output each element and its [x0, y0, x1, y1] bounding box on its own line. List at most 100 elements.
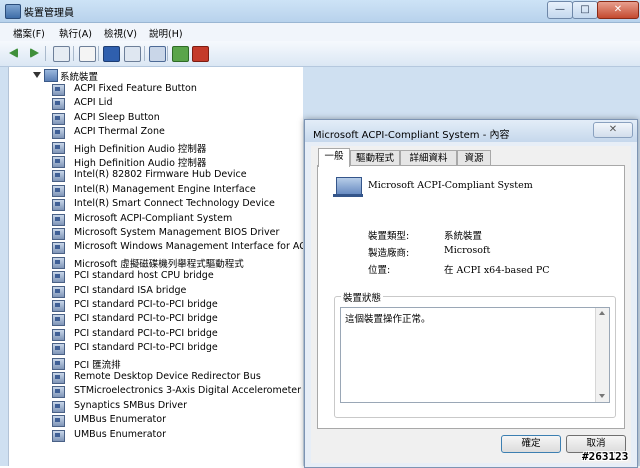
device-tree[interactable]: 系統裝置 ACPI Fixed Feature Button ACPI Lid AC… — [8, 67, 303, 466]
tree-item-label: PCI standard PCI-to-PCI bridge — [74, 313, 218, 325]
toolbar — [0, 41, 640, 67]
menu-help[interactable]: 說明(H) — [149, 26, 183, 40]
toolbar-separator — [167, 46, 168, 61]
toolbar-separator — [45, 46, 46, 61]
close-button[interactable]: ✕ — [597, 1, 639, 19]
dialog-close-button[interactable]: ✕ — [593, 122, 633, 138]
tree-item-label: High Definition Audio 控制器 — [74, 143, 207, 155]
view-icon[interactable] — [124, 46, 141, 62]
device-manager-icon — [5, 4, 21, 19]
expand-collapse-icon[interactable] — [33, 72, 41, 78]
scroll-up-arrow-icon[interactable] — [599, 311, 605, 315]
tree-item-label: High Definition Audio 控制器 — [74, 158, 207, 169]
properties-dialog: Microsoft ACPI-Compliant System - 內容 ✕ 一… — [304, 119, 638, 468]
dialog-title: Microsoft ACPI-Compliant System - 內容 — [313, 130, 510, 141]
manufacturer-label: 製造廠商: — [368, 248, 410, 259]
menu-bar: 檔案(F) 執行(A) 檢視(V) 說明(H) — [0, 23, 640, 41]
tree-item-label: Microsoft Windows Management Interface f… — [74, 241, 303, 253]
system-device-icon — [52, 328, 65, 341]
system-device-icon — [52, 386, 65, 399]
tree-item-label: ACPI Sleep Button — [74, 111, 160, 123]
system-device-icon — [52, 112, 65, 125]
manufacturer-value: Microsoft — [444, 245, 491, 256]
uninstall-icon[interactable] — [192, 46, 209, 62]
maximize-button[interactable]: □ — [572, 1, 598, 19]
back-arrow-icon[interactable] — [9, 48, 18, 58]
title-bar[interactable]: 裝置管理員 — □ ✕ — [0, 0, 640, 23]
system-device-icon — [52, 314, 65, 327]
tab-general[interactable]: 一般 — [318, 148, 350, 167]
dialog-body: 一般 驅動程式 詳細資料 資源 Microsoft ACPI-Compliant… — [311, 146, 631, 463]
menu-action[interactable]: 執行(A) — [59, 26, 92, 40]
ok-button[interactable]: 確定 — [501, 435, 561, 453]
system-device-icon — [52, 300, 65, 312]
tree-item-label: UMBus Enumerator — [74, 414, 166, 426]
device-status-textbox[interactable]: 這個裝置操作正常。 — [340, 307, 610, 403]
system-device-icon — [52, 415, 65, 428]
update-driver-icon[interactable] — [172, 46, 189, 62]
window-title: 裝置管理員 — [24, 8, 74, 19]
tree-item-label: Microsoft ACPI-Compliant System — [74, 212, 233, 224]
device-type-label: 裝置類型: — [368, 231, 410, 242]
system-device-icon — [52, 98, 65, 111]
location-value: 在 ACPI x64-based PC — [444, 265, 550, 276]
tree-item-label: PCI standard ISA bridge — [74, 284, 187, 296]
system-device-icon — [52, 271, 65, 284]
tree-item-label: PCI standard PCI-to-PCI bridge — [74, 342, 218, 354]
device-type-value: 系統裝置 — [444, 231, 483, 242]
tree-item-label: Microsoft 虛擬磁碟機列舉程式驅動程式 — [74, 258, 244, 270]
minimize-button[interactable]: — — [547, 1, 573, 19]
system-devices-icon — [44, 69, 58, 82]
tree-item-label: ACPI Lid — [74, 97, 113, 109]
tree-item-label: STMicroelectronics 3-Axis Digital Accele… — [74, 385, 302, 397]
system-device-icon — [52, 170, 65, 183]
tree-item-label: ACPI Fixed Feature Button — [74, 83, 197, 94]
system-device-icon — [52, 156, 65, 168]
system-device-icon — [52, 357, 65, 370]
tree-item-label: Intel(R) Smart Connect Technology Device — [74, 198, 275, 210]
watermark-text: #263123 — [582, 450, 629, 463]
device-name: Microsoft ACPI-Compliant System — [368, 180, 533, 191]
device-status-label: 裝置狀態 — [341, 290, 384, 304]
computer-device-icon — [333, 177, 363, 197]
tab-details[interactable]: 詳細資料 — [400, 150, 457, 166]
menu-file[interactable]: 檔案(F) — [13, 26, 45, 40]
device-status-group: 裝置狀態 這個裝置操作正常。 — [334, 290, 616, 418]
system-device-icon — [52, 285, 65, 298]
tree-item-label: PCI standard PCI-to-PCI bridge — [74, 327, 218, 339]
tree-root-label: 系統裝置 — [60, 72, 99, 83]
help-icon[interactable] — [103, 46, 120, 62]
tree-item-label: Intel(R) 82802 Firmware Hub Device — [74, 169, 247, 181]
system-device-icon — [52, 127, 65, 140]
dialog-title-bar[interactable]: Microsoft ACPI-Compliant System - 內容 ✕ — [305, 120, 637, 142]
tree-item-label: Remote Desktop Device Redirector Bus — [74, 371, 261, 382]
tree-item-label: Intel(R) Management Engine Interface — [74, 183, 256, 195]
system-device-icon — [52, 372, 65, 384]
tree-item-label: Synaptics SMBus Driver — [74, 399, 188, 411]
tab-driver[interactable]: 驅動程式 — [350, 150, 400, 166]
tree-item-label: ACPI Thermal Zone — [74, 126, 165, 138]
forward-arrow-icon[interactable] — [30, 48, 39, 58]
menu-view[interactable]: 檢視(V) — [104, 26, 137, 40]
properties-icon[interactable] — [79, 46, 96, 62]
system-device-icon — [52, 400, 65, 413]
status-scrollbar[interactable] — [595, 308, 609, 402]
system-device-icon — [52, 199, 65, 212]
system-device-icon — [52, 184, 65, 197]
system-device-icon — [52, 141, 65, 154]
tree-item-label: PCI standard PCI-to-PCI bridge — [74, 299, 218, 310]
system-device-icon — [52, 213, 65, 226]
general-tab-panel: Microsoft ACPI-Compliant System 裝置類型: 系統… — [317, 165, 625, 429]
tab-resources[interactable]: 資源 — [457, 150, 491, 166]
tree-item-label: UMBus Enumerator — [74, 428, 166, 440]
show-hide-tree-icon[interactable] — [53, 46, 70, 62]
system-device-icon — [52, 256, 65, 269]
scan-hardware-icon[interactable] — [149, 46, 166, 62]
system-device-icon — [52, 228, 65, 240]
toolbar-separator — [98, 46, 99, 61]
system-device-icon — [52, 242, 65, 255]
tree-item-label: PCI standard host CPU bridge — [74, 270, 214, 282]
device-status-text: 這個裝置操作正常。 — [345, 314, 431, 325]
system-device-icon — [52, 84, 65, 96]
scroll-down-arrow-icon[interactable] — [599, 394, 605, 398]
